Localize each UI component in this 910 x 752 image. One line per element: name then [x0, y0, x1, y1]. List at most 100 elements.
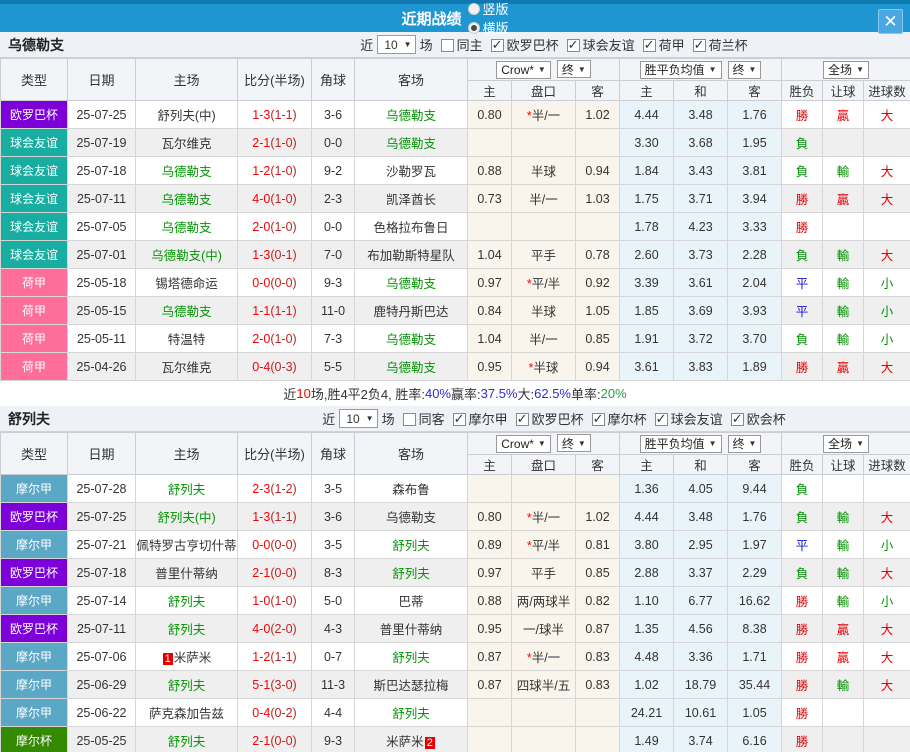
- crow-odds-cell: 0.73: [468, 185, 512, 213]
- filter-checkbox-wrap: 欧罗巴杯: [487, 35, 561, 54]
- result-cell: 勝: [782, 699, 823, 727]
- checkbox-unchecked[interactable]: [441, 39, 454, 52]
- home-team: 特温特: [136, 325, 238, 353]
- halftime-score: (0-0): [270, 566, 296, 580]
- away-team: 普里什蒂纳: [355, 615, 468, 643]
- crow-odds-group: Crow*▼ 终▼: [468, 59, 620, 81]
- filter-label: 球会友谊: [671, 412, 723, 427]
- avg-odds-cell: 3.33: [728, 213, 782, 241]
- away-team: 乌德勒支: [355, 101, 468, 129]
- avg-odds-cell: 3.69: [674, 297, 728, 325]
- date-cell: 25-07-28: [68, 475, 136, 503]
- avg-odds-cell: 4.23: [674, 213, 728, 241]
- goals-result-cell: 大: [864, 101, 910, 129]
- fulltime-score: 1-2: [252, 164, 270, 178]
- crow-dropdown[interactable]: Crow*▼: [496, 435, 551, 453]
- close-button[interactable]: ✕: [878, 9, 903, 34]
- table-row: 荷甲25-04-26瓦尔维克0-4(0-3)5-5乌德勒支0.95*半球0.94…: [1, 353, 910, 381]
- checkbox-checked[interactable]: [453, 413, 466, 426]
- avg-odds-cell: 1.76: [728, 503, 782, 531]
- checkbox-unchecked[interactable]: [403, 413, 416, 426]
- crow-odds-cell: [468, 213, 512, 241]
- crow-odds-cell: [576, 699, 620, 727]
- crow-odds-cell: 0.88: [468, 157, 512, 185]
- crow-odds-cell: 0.81: [576, 531, 620, 559]
- match-count-select[interactable]: 10▼: [339, 409, 377, 428]
- radio-icon[interactable]: [468, 3, 480, 15]
- summary-segment: 近: [283, 384, 296, 403]
- fulltime-score: 2-1: [252, 566, 270, 580]
- goals-result-cell: 大: [864, 671, 910, 699]
- handicap-cell: [512, 475, 576, 503]
- sub-header-1: 盘口: [512, 81, 576, 101]
- filter-checkbox-wrap: 同主: [437, 35, 485, 54]
- away-team-name: 乌德勒支: [386, 137, 436, 151]
- filter-label: 欧会杯: [747, 412, 786, 427]
- away-team: 鹿特丹斯巴达: [355, 297, 468, 325]
- handicap-cell: *半/一: [512, 503, 576, 531]
- date-cell: 25-07-18: [68, 157, 136, 185]
- crow-dropdown[interactable]: Crow*▼: [496, 61, 551, 79]
- final-dropdown[interactable]: 终▼: [557, 60, 591, 78]
- checkbox-checked[interactable]: [643, 39, 656, 52]
- crow-odds-cell: 0.94: [576, 157, 620, 185]
- score-cell: 1-3(0-1): [238, 241, 312, 269]
- view-option-unselected[interactable]: 竖版: [468, 0, 509, 18]
- handicap-text: 平/半: [532, 539, 560, 553]
- avg-dropdown[interactable]: 胜平负均值▼: [640, 61, 722, 79]
- filter-label: 同客: [419, 412, 445, 427]
- avg-odds-cell: 1.49: [620, 727, 674, 752]
- col-header-5: 客场: [355, 59, 468, 101]
- checkbox-checked[interactable]: [491, 39, 504, 52]
- date-cell: 25-05-15: [68, 297, 136, 325]
- sub-header-3: 主: [620, 455, 674, 475]
- fulltime-dropdown[interactable]: 全场▼: [823, 61, 869, 79]
- avg-dropdown[interactable]: 胜平负均值▼: [640, 435, 722, 453]
- halftime-score: (3-0): [270, 678, 296, 692]
- match-count-select[interactable]: 10▼: [377, 35, 415, 54]
- league-badge: 荷甲: [1, 297, 68, 325]
- result-cell: 勝: [782, 185, 823, 213]
- away-team-name: 色格拉布鲁日: [373, 221, 448, 235]
- crow-odds-cell: 0.87: [576, 615, 620, 643]
- result-cell: 勝: [782, 671, 823, 699]
- halftime-score: (1-1): [270, 510, 296, 524]
- view-option-selected[interactable]: 横版: [468, 18, 509, 37]
- fulltime-group: 全场▼: [782, 59, 910, 81]
- crow-odds-cell: [576, 213, 620, 241]
- filter-label: 球会友谊: [583, 38, 635, 53]
- final-dropdown[interactable]: 终▼: [728, 435, 762, 453]
- away-team-name: 舒列夫: [392, 651, 430, 665]
- final-dropdown[interactable]: 终▼: [728, 61, 762, 79]
- avg-odds-cell: 1.05: [728, 699, 782, 727]
- checkbox-checked[interactable]: [567, 39, 580, 52]
- chevron-down-icon: ▼: [749, 65, 757, 74]
- dialog-title: 近期战绩: [401, 8, 461, 29]
- avg-odds-cell: 1.95: [728, 129, 782, 157]
- crow-odds-cell: [468, 129, 512, 157]
- radio-icon[interactable]: [468, 22, 480, 34]
- handicap-result-cell: 輸: [823, 503, 864, 531]
- match-count-value: 10: [346, 412, 359, 426]
- avg-odds-cell: 2.88: [620, 559, 674, 587]
- final-dropdown[interactable]: 终▼: [557, 434, 591, 452]
- fulltime-score: 4-0: [252, 622, 270, 636]
- avg-odds-cell: 2.29: [728, 559, 782, 587]
- away-team: 森布鲁: [355, 475, 468, 503]
- avg-odds-cell: 3.43: [674, 157, 728, 185]
- checkbox-checked[interactable]: [693, 39, 706, 52]
- avg-odds-cell: 1.85: [620, 297, 674, 325]
- avg-odds-cell: 3.48: [674, 101, 728, 129]
- checkbox-checked[interactable]: [516, 413, 529, 426]
- checkbox-checked[interactable]: [592, 413, 605, 426]
- avg-odds-cell: 3.37: [674, 559, 728, 587]
- col-header-4: 角球: [312, 433, 355, 475]
- corner-cell: 9-3: [312, 269, 355, 297]
- date-cell: 25-05-18: [68, 269, 136, 297]
- handicap-result-cell: 贏: [823, 643, 864, 671]
- handicap-result-cell: 輸: [823, 269, 864, 297]
- checkbox-checked[interactable]: [731, 413, 744, 426]
- fulltime-dropdown[interactable]: 全场▼: [823, 435, 869, 453]
- checkbox-checked[interactable]: [655, 413, 668, 426]
- table-row: 欧罗巴杯25-07-25舒列夫(中)1-3(1-1)3-6乌德勒支0.80*半/…: [1, 503, 910, 531]
